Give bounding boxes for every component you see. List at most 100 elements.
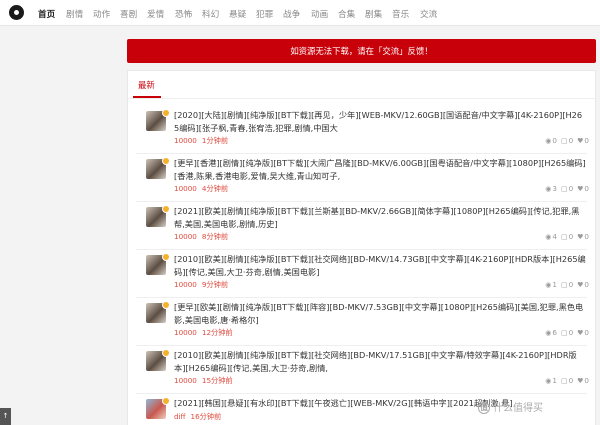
post-meta: 10000 9分钟前 [174,280,228,290]
stat-likes: ♥0 [577,184,589,193]
post-time: 8分钟前 [201,232,229,241]
heart-icon: ♥ [577,185,584,193]
nav-item[interactable]: 动作 [93,8,110,20]
stat-likes: ♥0 [577,376,589,385]
post-author[interactable]: 10000 [174,280,197,289]
heart-icon: ♥ [577,377,584,385]
post-author[interactable]: 10000 [174,328,197,337]
post-title-link[interactable]: [更早][欧美][剧情][纯净版][BT下载][阵容][BD-MKV/7.53G… [174,301,586,326]
stat-value: 4 [552,232,557,241]
stat-views: ◉3 [545,184,557,193]
nav-item[interactable]: 交流 [420,8,437,20]
post-time: 1分钟前 [201,136,229,145]
nav-item[interactable]: 动画 [311,8,328,20]
post-time: 16分钟前 [190,412,222,421]
nav-item[interactable]: 犯罪 [256,8,273,20]
nav-item[interactable]: 爱情 [147,8,164,20]
stat-value: 0 [568,280,574,289]
post-author[interactable]: 10000 [174,232,197,241]
comment-icon: ▢ [560,281,568,289]
stat-value: 0 [584,184,589,193]
post-item[interactable]: [2021][欧美][剧情][纯净版][BT下载][兰斯基][BD-MKV/2.… [128,201,595,250]
post-item[interactable]: [2020][大陆][剧情][纯净版][BT下载][再见，少年][WEB-MKV… [128,105,595,154]
stat-value: 0 [568,376,574,385]
eye-icon: ◉ [545,233,552,241]
nav-item[interactable]: 剧集 [365,8,382,20]
vip-badge-icon [162,349,170,357]
watermark: 值什么值得买 [478,399,543,414]
post-time: 4分钟前 [201,184,229,193]
nav-item[interactable]: 首页 [38,8,55,20]
post-stats: ◉0 ▢0 ♥0 [541,136,589,145]
stat-comments: ▢0 [561,328,573,337]
post-stats: ◉1 ▢0 ♥0 [541,280,589,289]
nav-item[interactable]: 悬疑 [229,8,246,20]
stat-value: 0 [568,184,574,193]
post-meta: 10000 15分钟前 [174,376,233,386]
comment-icon: ▢ [560,137,568,145]
stat-value: 0 [584,136,589,145]
stat-value: 1 [552,280,557,289]
stat-views: ◉1 [545,376,557,385]
nav-item[interactable]: 战争 [283,8,300,20]
eye-icon: ◉ [545,185,552,193]
site-logo[interactable] [9,5,24,20]
stat-value: 0 [584,328,589,337]
stat-likes: ♥0 [577,232,589,241]
post-title-link[interactable]: [2010][欧美][剧情][纯净版][BT下载][社交网络][BD-MKV/1… [174,253,586,278]
heart-icon: ♥ [577,137,584,145]
nav-item[interactable]: 喜剧 [120,8,137,20]
post-title-link[interactable]: [2021][欧美][剧情][纯净版][BT下载][兰斯基][BD-MKV/2.… [174,205,586,230]
post-meta: 10000 1分钟前 [174,136,228,146]
stat-likes: ♥0 [577,136,589,145]
post-author[interactable]: diff [174,412,186,421]
nav-item[interactable]: 科幻 [202,8,219,20]
top-navbar: 首页 剧情 动作 喜剧 爱情 恐怖 科幻 悬疑 犯罪 战争 动画 合集 剧集 音乐 交流 [0,0,600,26]
post-title-link[interactable]: [2020][大陆][剧情][纯净版][BT下载][再见，少年][WEB-MKV… [174,109,586,134]
stat-value: 0 [568,328,574,337]
latest-panel: 最新 [2020][大陆][剧情][纯净版][BT下载][再见，少年][WEB-… [127,70,596,425]
stat-likes: ♥0 [577,280,589,289]
post-title-link[interactable]: [更早][香港][剧情][纯净版][BT下载][大闹广昌隆][BD-MKV/6.… [174,157,586,182]
eye-icon: ◉ [545,137,552,145]
scroll-up-button[interactable]: ↑ [0,408,11,425]
comment-icon: ▢ [560,329,568,337]
tab-latest[interactable]: 最新 [138,79,155,91]
post-item[interactable]: [2010][欧美][剧情][纯净版][BT下载][社交网络][BD-MKV/1… [128,345,595,394]
stat-value: 6 [552,328,557,337]
stat-likes: ♥0 [577,328,589,337]
nav-item[interactable]: 剧情 [66,8,83,20]
post-stats: ◉3 ▢0 ♥0 [541,184,589,193]
post-time: 12分钟前 [201,328,233,337]
stat-comments: ▢0 [561,232,573,241]
stat-value: 0 [584,232,589,241]
stat-value: 0 [568,136,574,145]
post-item[interactable]: [更早][香港][剧情][纯净版][BT下载][大闹广昌隆][BD-MKV/6.… [128,153,595,202]
comment-icon: ▢ [560,233,568,241]
stat-comments: ▢0 [561,136,573,145]
post-author[interactable]: 10000 [174,376,197,385]
vip-badge-icon [162,253,170,261]
watermark-icon: 值 [478,402,490,414]
post-stats: ◉1 ▢0 ♥0 [541,376,589,385]
divider [128,98,595,99]
comment-icon: ▢ [560,377,568,385]
heart-icon: ♥ [577,281,584,289]
post-meta: 10000 12分钟前 [174,328,233,338]
stat-value: 0 [568,232,574,241]
stat-value: 0 [552,136,557,145]
post-item[interactable]: [更早][欧美][剧情][纯净版][BT下载][阵容][BD-MKV/7.53G… [128,297,595,346]
post-item[interactable]: [2010][欧美][剧情][纯净版][BT下载][社交网络][BD-MKV/1… [128,249,595,298]
stat-value: 0 [584,280,589,289]
post-author[interactable]: 10000 [174,136,197,145]
nav-item[interactable]: 恐怖 [175,8,192,20]
nav-item[interactable]: 音乐 [392,8,409,20]
nav-item[interactable]: 合集 [338,8,355,20]
post-author[interactable]: 10000 [174,184,197,193]
stat-comments: ▢0 [561,184,573,193]
stat-views: ◉4 [545,232,557,241]
heart-icon: ♥ [577,233,584,241]
stat-comments: ▢0 [561,280,573,289]
post-time: 15分钟前 [201,376,233,385]
post-title-link[interactable]: [2010][欧美][剧情][纯净版][BT下载][社交网络][BD-MKV/1… [174,349,586,374]
